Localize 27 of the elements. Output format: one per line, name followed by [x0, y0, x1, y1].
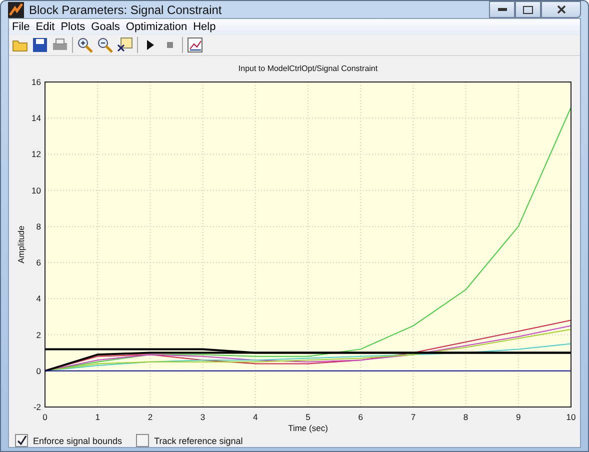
x-tick-label: 4	[253, 412, 258, 422]
checkbox-label: Enforce signal bounds	[33, 436, 122, 446]
x-tick-label: 7	[410, 412, 416, 422]
x-tick-label: 10	[566, 412, 576, 422]
y-axis-label: Amplitude	[16, 226, 26, 264]
window-title: Block Parameters: Signal Constraint	[29, 2, 222, 16]
x-axis-label: Time (sec)	[288, 423, 328, 433]
chart-title: Input to ModelCtrlOpt/Signal Constraint	[238, 64, 378, 73]
x-tick-label: 3	[200, 412, 206, 422]
y-tick-label: 8	[36, 221, 41, 232]
y-tick-label: 14	[32, 113, 41, 124]
x-tick-label: 1	[95, 412, 100, 422]
y-tick-label: 2	[36, 330, 41, 340]
x-tick-label: 5	[306, 412, 310, 422]
y-tick-label: -2	[33, 402, 41, 412]
x-tick-label: 8	[463, 412, 468, 422]
y-tick-label: 10	[32, 185, 41, 196]
x-tick-label: 6	[358, 412, 363, 422]
y-tick-label: 4	[36, 294, 41, 304]
x-tick-label: 0	[42, 412, 48, 422]
y-tick-label: 16	[32, 77, 41, 87]
y-tick-label: 0	[36, 366, 41, 376]
x-tick-label: 9	[516, 412, 521, 422]
y-tick-label: 12	[32, 149, 41, 160]
checkbox-label: Track reference signal	[154, 436, 243, 446]
x-tick-label: 2	[148, 412, 153, 422]
y-tick-label: 6	[36, 258, 41, 268]
